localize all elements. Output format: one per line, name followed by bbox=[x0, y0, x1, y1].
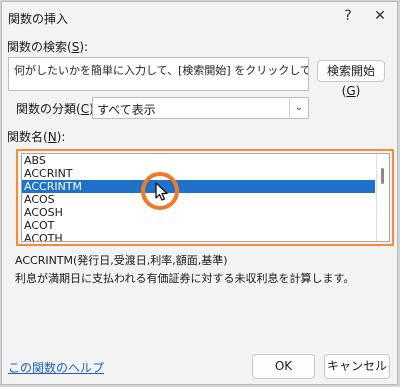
function-help-link[interactable]: この関数のヘルプ bbox=[8, 359, 104, 376]
function-description: 利息が満期日に支払われる有価証券に対する未収利息を計算します。 bbox=[15, 272, 355, 285]
list-item[interactable]: ACCRINT bbox=[22, 167, 375, 180]
dialog-title: 関数の挿入 bbox=[8, 12, 69, 26]
ok-button[interactable]: OK bbox=[252, 354, 315, 379]
mouse-pointer-icon bbox=[155, 182, 168, 201]
search-input[interactable]: 何がしたいかを簡単に入力して、[検索開始] をクリックしてください。 bbox=[8, 57, 309, 91]
cancel-button[interactable]: キャンセル bbox=[324, 354, 390, 379]
function-name-label: 関数名(N): bbox=[7, 130, 66, 144]
list-item[interactable]: ABS bbox=[22, 154, 375, 167]
function-syntax: ACCRINTM(発行日,受渡日,利率,額面,基準) bbox=[15, 254, 228, 267]
search-button[interactable]: 検索開始(G) bbox=[317, 60, 385, 98]
close-icon[interactable]: ✕ bbox=[370, 6, 390, 26]
category-select[interactable]: すべて表示 ⌄ bbox=[92, 97, 309, 119]
list-item[interactable]: ACOSH bbox=[22, 206, 375, 219]
list-scrollbar[interactable] bbox=[376, 154, 389, 241]
help-icon[interactable]: ? bbox=[338, 6, 358, 26]
insert-function-dialog: 関数の挿入 ? ✕ 関数の検索(S): 何がしたいかを簡単に入力して、[検索開始… bbox=[1, 1, 398, 385]
function-list[interactable]: ABS ACCRINT ACCRINTM ACOS ACOSH ACOT ACO… bbox=[21, 153, 390, 242]
list-item[interactable]: ACOS bbox=[22, 193, 375, 206]
category-label: 関数の分類(C): bbox=[16, 102, 98, 116]
list-item[interactable]: ACOT bbox=[22, 219, 375, 232]
chevron-down-icon[interactable]: ⌄ bbox=[289, 98, 308, 118]
category-value: すべて表示 bbox=[97, 103, 156, 117]
list-item-selected[interactable]: ACCRINTM bbox=[22, 180, 375, 193]
search-label: 関数の検索(S): bbox=[7, 40, 89, 54]
list-item[interactable]: ACOTH bbox=[22, 232, 375, 241]
scrollbar-thumb[interactable] bbox=[381, 168, 384, 184]
function-list-highlight: ABS ACCRINT ACCRINTM ACOS ACOSH ACOT ACO… bbox=[16, 149, 394, 246]
